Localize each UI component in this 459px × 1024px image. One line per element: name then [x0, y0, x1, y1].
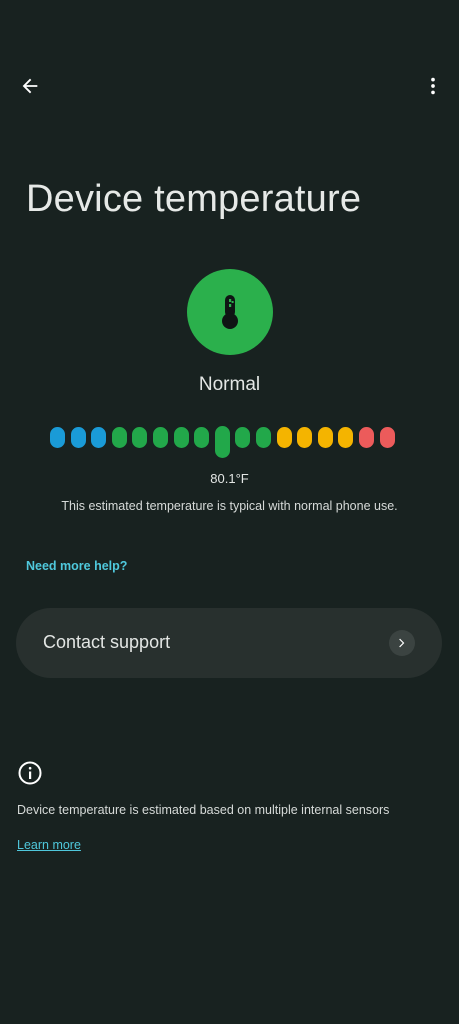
scale-dot	[111, 427, 127, 448]
page-title: Device temperature	[26, 178, 362, 220]
status-indicator	[187, 269, 273, 355]
need-more-help-link[interactable]: Need more help?	[26, 559, 127, 573]
temperature-description: This estimated temperature is typical wi…	[61, 499, 398, 513]
scale-dot	[297, 427, 313, 448]
scale-current-marker	[214, 426, 230, 458]
more-options-button[interactable]	[417, 70, 449, 102]
status-label: Normal	[198, 374, 261, 395]
info-text: Device temperature is estimated based on…	[17, 803, 390, 817]
chevron-right-icon	[389, 630, 415, 656]
more-vert-icon	[431, 77, 435, 95]
scale-dot	[132, 427, 148, 448]
scale-dot	[70, 427, 86, 448]
app-bar	[0, 62, 459, 110]
scale-dot	[359, 427, 374, 448]
scale-dot	[276, 427, 292, 448]
scale-dot	[91, 427, 107, 448]
info-icon	[17, 760, 43, 786]
back-button[interactable]	[14, 70, 46, 102]
scale-dot	[235, 427, 251, 448]
scale-dot	[50, 427, 65, 448]
temperature-value: 80.1°F	[210, 471, 249, 486]
thermometer-icon	[222, 295, 238, 329]
contact-support-label: Contact support	[43, 632, 171, 652]
scale-dot	[379, 427, 395, 448]
scale-dot	[153, 427, 168, 448]
learn-more-link[interactable]: Learn more	[17, 838, 81, 852]
scale-dot	[338, 427, 354, 448]
arrow-back-icon	[22, 78, 38, 94]
temperature-scale	[50, 426, 410, 460]
contact-support-button[interactable]: Contact support	[16, 608, 442, 678]
scale-dot	[256, 427, 271, 448]
scale-dot	[317, 427, 333, 448]
scale-dot	[194, 427, 210, 448]
scale-dot	[173, 427, 189, 448]
